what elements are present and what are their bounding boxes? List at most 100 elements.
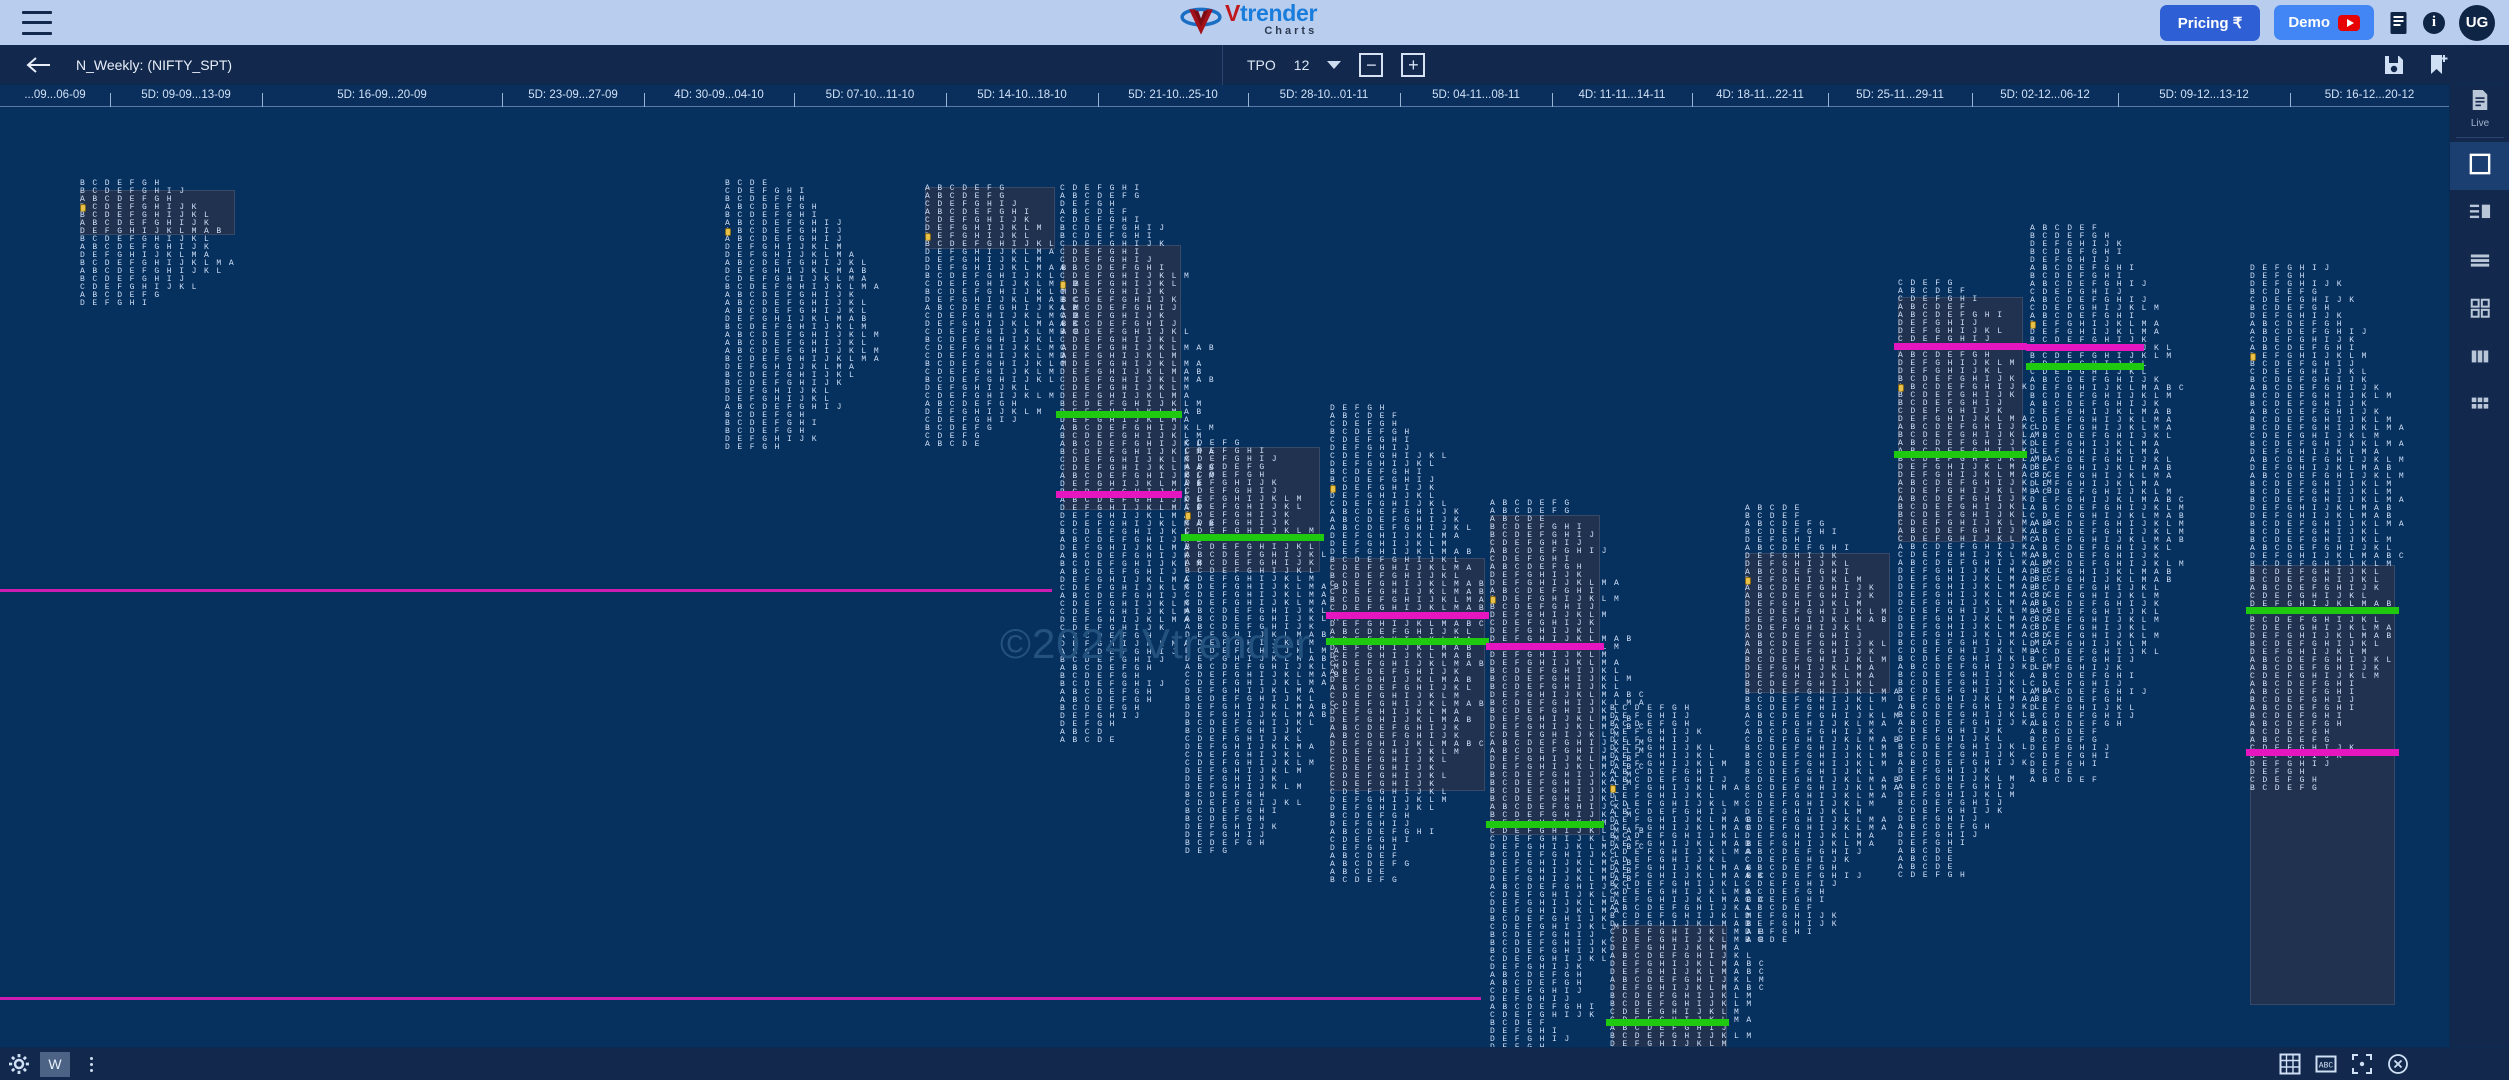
tpo-row: D E F G <box>1185 847 1235 856</box>
status-right-actions: ABC <box>2279 1053 2409 1075</box>
avatar[interactable]: UG <box>2459 4 2495 41</box>
value-area-line <box>1181 534 1324 541</box>
bookmark-add-icon[interactable] <box>2427 54 2449 76</box>
date-axis-separator <box>1972 93 1973 107</box>
date-axis-separator <box>2118 93 2119 107</box>
date-axis-separator <box>946 93 947 107</box>
tpo-row: D E F G H <box>725 443 788 452</box>
right-sidebar: Live <box>2449 85 2509 1080</box>
info-icon[interactable]: i <box>2423 11 2445 34</box>
date-axis-tick: 5D: 04-11...08-11 <box>1432 89 1520 101</box>
tpo-label: TPO <box>1247 56 1276 73</box>
tpo-value[interactable]: 12 <box>1294 57 1310 73</box>
value-area-line <box>2246 607 2399 614</box>
sidebar-item-grid-3x3-layout[interactable] <box>2450 382 2509 430</box>
date-axis-tick: 5D: 09-09...13-09 <box>141 89 231 101</box>
poc-line <box>1486 643 1604 650</box>
value-area-line <box>2026 363 2144 370</box>
sidebar-item-single-layout[interactable] <box>2450 142 2509 190</box>
chart-canvas[interactable]: ...09...06-09 5D: 09-09...13-09 5D: 16-09.… <box>0 85 2449 1047</box>
date-axis-separator <box>1098 93 1099 107</box>
date-axis-tick: 4D: 18-11...22-11 <box>1716 89 1804 101</box>
svg-text:ABC: ABC <box>2319 1062 2334 1071</box>
demo-button[interactable]: Demo <box>2274 5 2374 40</box>
gear-icon[interactable] <box>8 1053 30 1075</box>
poc-line <box>1056 491 1182 498</box>
save-icon[interactable] <box>2383 54 2405 76</box>
date-axis-separator <box>1400 93 1401 107</box>
chart-title: N_Weekly: (NIFTY_SPT) <box>76 56 233 73</box>
poc-line <box>2026 344 2144 351</box>
date-axis-separator <box>644 93 645 107</box>
more-vertical-icon[interactable] <box>82 1053 100 1075</box>
grid-3x3-layout-icon <box>2469 393 2491 420</box>
poc-line <box>1326 612 1489 619</box>
logo-title-rest: trender <box>1240 0 1318 26</box>
date-axis-tick: 5D: 21-10...25-10 <box>1128 89 1218 101</box>
value-area-line <box>1894 451 2027 458</box>
value-area-line <box>1326 638 1489 645</box>
grid-2x2-layout-icon <box>2469 297 2491 324</box>
tpo-row: B C D E F G <box>2250 784 2325 793</box>
date-axis-tick: 5D: 23-09...27-09 <box>528 89 618 101</box>
tpo-row: A B C D E F <box>2030 776 2105 785</box>
single-layout-icon <box>2469 153 2491 180</box>
tpo-row: A B C D E <box>925 440 988 449</box>
live-document-icon <box>2470 89 2490 116</box>
date-axis-tick: 5D: 07-10...11-10 <box>825 89 915 101</box>
abc-toggle-icon[interactable]: ABC <box>2315 1053 2337 1075</box>
sidebar-item-rows-layout[interactable] <box>2450 238 2509 286</box>
toolbar-right-actions <box>2383 54 2449 76</box>
date-axis-tick: 4D: 11-11...14-11 <box>1578 89 1666 101</box>
columns-3-layout-icon <box>2469 345 2491 372</box>
date-axis-separator <box>1692 93 1693 107</box>
app-logo[interactable]: Vtrender Charts <box>1180 0 1318 39</box>
tpo-decrease-button[interactable]: − <box>1359 52 1384 77</box>
sidebar-item-columns-3-layout[interactable] <box>2450 334 2509 382</box>
sidebar-divider <box>2455 137 2504 138</box>
date-axis-separator <box>110 93 111 107</box>
date-axis-tick: 5D: 09-12...13-12 <box>2159 89 2249 101</box>
logo-title-v: V <box>1225 0 1241 26</box>
market-profile-plot[interactable]: B C D E F G H B C D E F G H I J A B C D … <box>0 107 2449 1047</box>
date-axis-tick: 4D: 30-09...04-10 <box>674 89 764 101</box>
rows-layout-icon <box>2469 249 2491 276</box>
date-axis-separator <box>1552 93 1553 107</box>
youtube-icon <box>2338 14 2360 31</box>
vtrender-logo-icon <box>1180 7 1222 35</box>
hamburger-menu-icon[interactable] <box>22 10 52 35</box>
value-area-line <box>1486 821 1604 828</box>
date-axis-separator <box>262 93 263 107</box>
grid-toggle-icon[interactable] <box>2279 1053 2301 1075</box>
date-axis-separator <box>502 93 503 107</box>
date-axis-tick: 5D: 16-12...20-12 <box>2324 89 2415 101</box>
chevron-down-icon[interactable] <box>1327 60 1342 69</box>
pricing-button[interactable]: Pricing ₹ <box>2159 4 2261 41</box>
demo-label: Demo <box>2288 14 2330 31</box>
sidebar-item-label: Live <box>2470 118 2490 129</box>
tpo-increase-button[interactable]: + <box>1401 52 1426 77</box>
split-layout-icon <box>2469 201 2491 228</box>
sidebar-item-split-layout[interactable] <box>2450 190 2509 238</box>
date-axis-separator <box>2290 93 2291 107</box>
sidebar-item-grid-2x2-layout[interactable] <box>2450 286 2509 334</box>
tpo-row: B C D E <box>1745 936 1795 945</box>
document-icon[interactable] <box>2388 11 2409 35</box>
sidebar-item-live-document[interactable]: Live <box>2450 85 2509 133</box>
close-circle-icon[interactable] <box>2387 1053 2409 1075</box>
tpo-controls: TPO 12 − + <box>1222 44 1426 85</box>
date-axis[interactable]: ...09...06-09 5D: 09-09...13-09 5D: 16-09.… <box>0 85 2449 107</box>
date-axis-separator <box>794 93 795 107</box>
top-header: Vtrender Charts Pricing ₹ Demo i UG <box>0 0 2509 45</box>
logo-subtitle: Charts <box>1264 25 1318 37</box>
crosshair-icon[interactable] <box>2351 1053 2373 1075</box>
date-axis-separator <box>1828 93 1829 107</box>
timeframe-w-button[interactable]: W <box>40 1051 70 1077</box>
extended-poc-line <box>0 589 1052 592</box>
value-area-line <box>1056 411 1182 418</box>
back-arrow-icon[interactable] <box>26 55 52 75</box>
status-bar: W ABC <box>0 1047 2509 1080</box>
tpo-row: D E F G H I <box>80 299 155 308</box>
date-axis-tick: 5D: 25-11...29-11 <box>1856 89 1944 101</box>
extended-poc-line <box>0 997 1481 1000</box>
